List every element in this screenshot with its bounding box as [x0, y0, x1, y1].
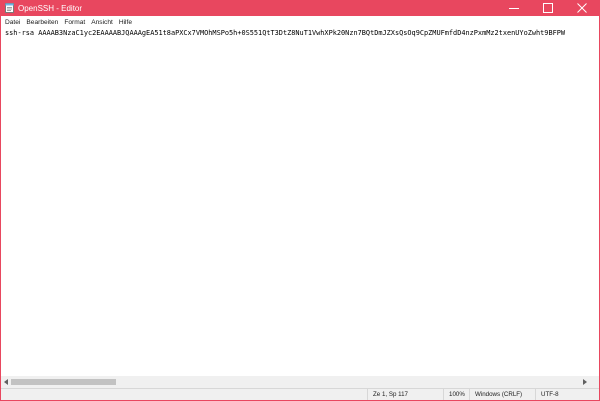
title-bar[interactable]: OpenSSH - Editor: [1, 0, 599, 16]
notepad-window: OpenSSH - Editor Datei Bearbeiten Format…: [0, 0, 600, 401]
maximize-icon: [543, 3, 553, 13]
editor-content[interactable]: ssh-rsa AAAAB3NzaC1yc2EAAAABJQAAAgEA51t8…: [5, 29, 565, 38]
menu-hilfe[interactable]: Hilfe: [116, 19, 135, 26]
scrollbar-corner: [589, 376, 599, 388]
close-icon: [577, 3, 587, 13]
horizontal-scrollbar[interactable]: [1, 376, 589, 388]
menu-ansicht[interactable]: Ansicht: [88, 19, 116, 26]
minimize-button[interactable]: [497, 0, 531, 16]
window-title: OpenSSH - Editor: [18, 3, 83, 13]
notepad-app-icon[interactable]: [5, 3, 14, 13]
status-zoom: 100%: [443, 389, 469, 400]
text-editor-area[interactable]: ssh-rsa AAAAB3NzaC1yc2EAAAABJQAAAgEA51t8…: [1, 28, 589, 376]
minimize-icon: [509, 8, 519, 9]
status-encoding: UTF-8: [535, 389, 587, 400]
status-bar: Ze 1, Sp 117 100% Windows (CRLF) UTF-8: [1, 388, 599, 400]
status-line-ending: Windows (CRLF): [469, 389, 535, 400]
scroll-right-arrow-icon[interactable]: [580, 376, 588, 388]
maximize-button[interactable]: [531, 0, 565, 16]
menu-bar: Datei Bearbeiten Format Ansicht Hilfe: [1, 16, 599, 28]
horizontal-scrollbar-thumb[interactable]: [11, 379, 116, 385]
menu-datei[interactable]: Datei: [1, 19, 23, 26]
status-cursor-position: Ze 1, Sp 117: [367, 389, 443, 400]
menu-bearbeiten[interactable]: Bearbeiten: [23, 19, 61, 26]
scroll-left-arrow-icon[interactable]: [2, 376, 10, 388]
window-controls: [497, 0, 599, 16]
menu-format[interactable]: Format: [61, 19, 88, 26]
resize-grip-icon[interactable]: [590, 391, 598, 399]
vertical-scrollbar-track[interactable]: [589, 28, 599, 376]
close-button[interactable]: [565, 0, 599, 16]
